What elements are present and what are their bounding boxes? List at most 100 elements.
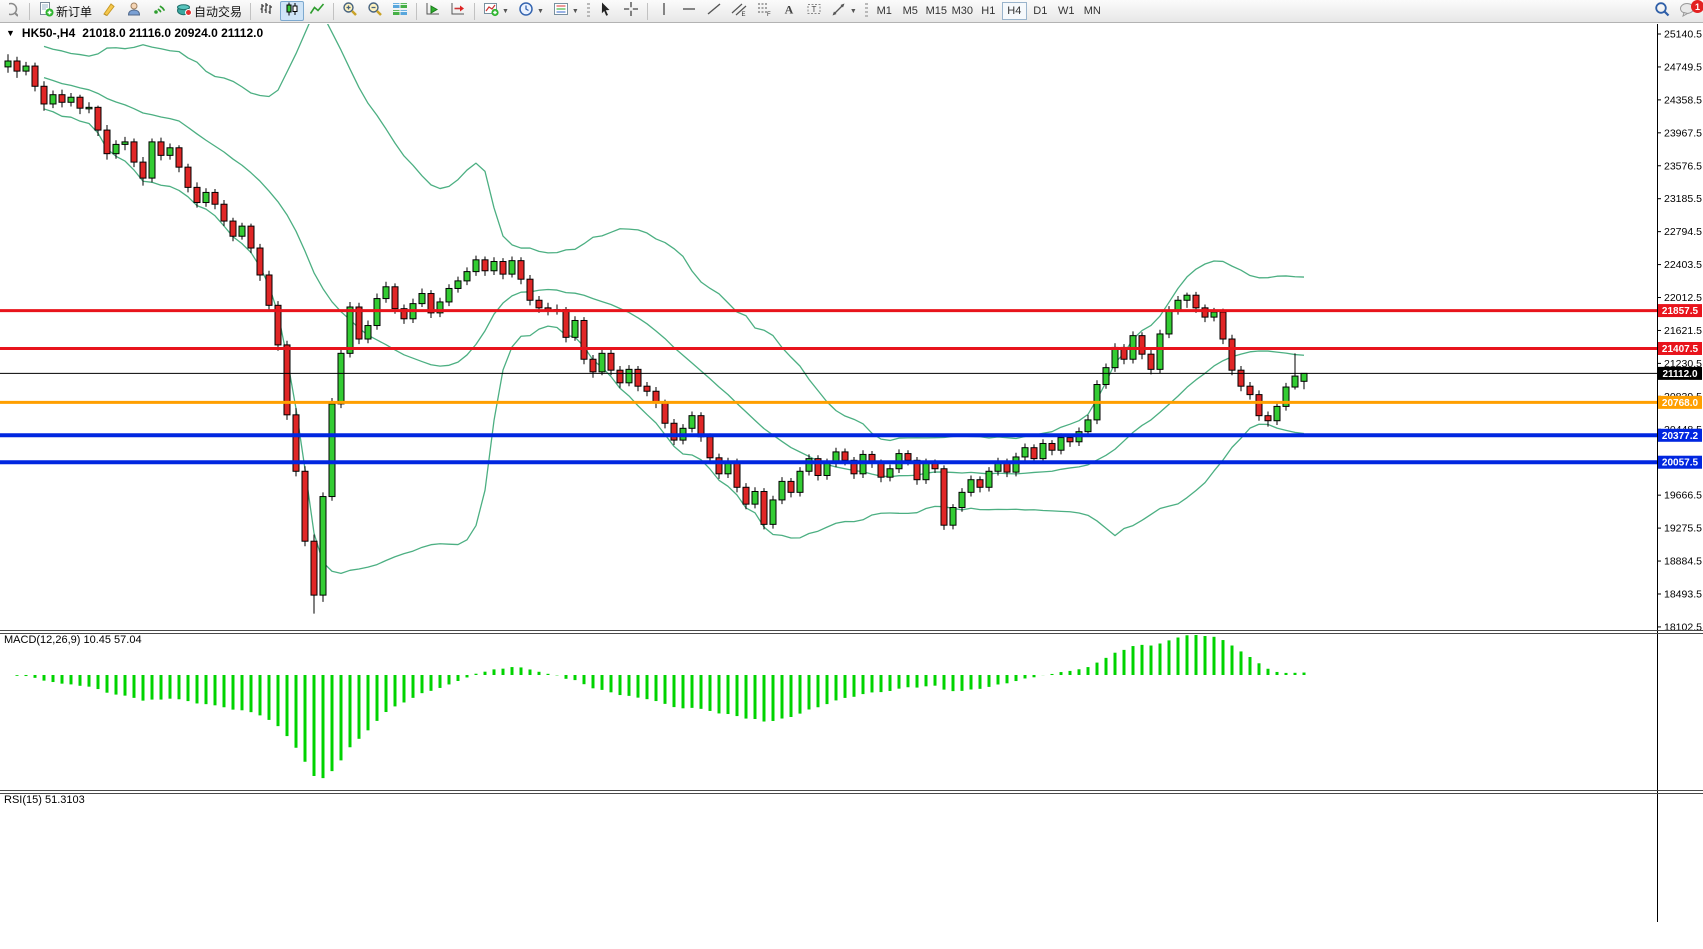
bar-chart-button[interactable] bbox=[255, 1, 279, 21]
linechart-icon bbox=[309, 1, 325, 22]
toolbar: 新订单 自动交易 ▼ ▼ ▼ E F A T ▼ M1 M5 M15 M30 H1 H4 D1 W1 MN 1 bbox=[0, 0, 1703, 23]
macd-indicator-label: MACD(12,26,9) 10.45 57.04 bbox=[4, 634, 142, 646]
candles-icon bbox=[284, 1, 300, 22]
crosshair-button[interactable] bbox=[619, 1, 643, 21]
tiles-icon bbox=[392, 1, 408, 22]
mt4-window: 25140.5 24749.5 24358.5 23967.5 23576.5 23185… bbox=[0, 0, 1703, 949]
toolbar-separator bbox=[333, 2, 335, 20]
channel-button[interactable]: E bbox=[727, 1, 751, 21]
fibo-icon: F bbox=[756, 1, 772, 22]
tile-windows-button[interactable] bbox=[388, 1, 412, 21]
chart-ohlc: 21018.0 21116.0 20924.0 21112.0 bbox=[82, 26, 264, 40]
templates-button[interactable]: ▼ bbox=[549, 1, 583, 21]
timeframe-mn[interactable]: MN bbox=[1080, 2, 1105, 20]
indicators-button[interactable]: ▼ bbox=[479, 1, 513, 21]
toolbar-separator bbox=[646, 2, 648, 20]
svg-text:22012.5: 22012.5 bbox=[1664, 292, 1702, 304]
svg-text:18102.5: 18102.5 bbox=[1664, 621, 1702, 633]
crosshair-icon bbox=[623, 1, 639, 22]
profile-button[interactable] bbox=[122, 1, 146, 21]
autotrading-button[interactable]: 自动交易 bbox=[172, 1, 246, 21]
timeframe-m1[interactable]: M1 bbox=[872, 2, 897, 20]
timeframe-w1[interactable]: W1 bbox=[1054, 2, 1079, 20]
svg-text:T: T bbox=[811, 5, 816, 14]
svg-text:22403.5: 22403.5 bbox=[1664, 259, 1702, 271]
svg-text:24358.5: 24358.5 bbox=[1664, 94, 1702, 106]
template-icon bbox=[553, 1, 569, 22]
chart-canvas[interactable]: 25140.5 24749.5 24358.5 23967.5 23576.5 23185… bbox=[0, 0, 1703, 949]
neworder-icon bbox=[38, 1, 54, 22]
toolbar-separator bbox=[250, 2, 252, 20]
chevron-down-icon: ▼ bbox=[502, 7, 509, 15]
autotrade-icon bbox=[176, 1, 193, 22]
bars-icon bbox=[259, 1, 275, 22]
svg-text:20057.5: 20057.5 bbox=[1662, 458, 1699, 469]
new-order-button[interactable]: 新订单 bbox=[34, 1, 96, 21]
symbol-marker-icon[interactable]: ▼ bbox=[6, 28, 15, 38]
svg-text:25140.5: 25140.5 bbox=[1664, 29, 1702, 41]
timeframe-m30[interactable]: M30 bbox=[950, 2, 975, 20]
svg-text:18493.5: 18493.5 bbox=[1664, 588, 1702, 600]
timeframe-d1[interactable]: D1 bbox=[1028, 2, 1053, 20]
svg-text:21857.5: 21857.5 bbox=[1662, 306, 1699, 317]
toolbar-separator bbox=[416, 2, 418, 20]
toolbar-separator bbox=[474, 2, 476, 20]
search-icon bbox=[1654, 1, 1670, 22]
trendline-button[interactable] bbox=[702, 1, 726, 21]
svg-text:F: F bbox=[767, 12, 771, 17]
timeframe-h1[interactable]: H1 bbox=[976, 2, 1001, 20]
toolbar-separator bbox=[29, 2, 30, 20]
labelT-icon: T bbox=[806, 1, 822, 22]
svg-text:23185.5: 23185.5 bbox=[1664, 193, 1702, 205]
search-button[interactable] bbox=[1650, 1, 1674, 21]
svg-text:E: E bbox=[741, 12, 745, 17]
clock-icon bbox=[518, 1, 534, 22]
svg-text:19275.5: 19275.5 bbox=[1664, 523, 1702, 535]
chevron-down-icon: ▼ bbox=[849, 7, 857, 15]
svg-text:24749.5: 24749.5 bbox=[1664, 61, 1702, 73]
line-chart-button[interactable] bbox=[305, 1, 329, 21]
shapes-icon bbox=[831, 1, 847, 22]
vertical-line-button[interactable] bbox=[652, 1, 676, 21]
crayon-style-button[interactable] bbox=[97, 1, 121, 21]
svg-text:20768.0: 20768.0 bbox=[1662, 398, 1699, 409]
cursor-icon bbox=[598, 1, 614, 22]
chart-fragment-icon-button[interactable] bbox=[2, 1, 25, 21]
zoomin-icon bbox=[342, 1, 358, 22]
textA-icon: A bbox=[781, 1, 797, 22]
svg-text:22794.5: 22794.5 bbox=[1664, 226, 1702, 238]
chart-title: ▼ HK50-,H4 21018.0 21116.0 20924.0 21112… bbox=[6, 26, 263, 40]
signal-button[interactable] bbox=[147, 1, 171, 21]
svg-text:23576.5: 23576.5 bbox=[1664, 160, 1702, 172]
svg-text:20377.2: 20377.2 bbox=[1662, 431, 1699, 442]
svg-text:A: A bbox=[785, 2, 794, 16]
chartfrag-icon bbox=[4, 1, 19, 22]
chat-button[interactable]: 1 bbox=[1675, 0, 1703, 21]
rsi-indicator-label: RSI(15) 51.3103 bbox=[4, 794, 85, 806]
zoom-out-button[interactable] bbox=[363, 1, 387, 21]
cursor-button[interactable] bbox=[594, 1, 618, 21]
horizontal-line-button[interactable] bbox=[677, 1, 701, 21]
chart-area[interactable]: 25140.5 24749.5 24358.5 23967.5 23576.5 23185… bbox=[0, 0, 1703, 949]
svg-text:21621.5: 21621.5 bbox=[1664, 325, 1702, 337]
periods-button[interactable]: ▼ bbox=[514, 1, 548, 21]
notification-badge: 1 bbox=[1691, 0, 1703, 13]
text-button[interactable]: A bbox=[777, 1, 801, 21]
text-label-button[interactable]: T bbox=[802, 1, 826, 21]
arrows-button[interactable]: ▼ bbox=[827, 1, 861, 21]
candle-chart-button[interactable] bbox=[280, 1, 305, 22]
hline-icon bbox=[681, 1, 697, 22]
timeframe-h4[interactable]: H4 bbox=[1001, 2, 1027, 20]
fibonacci-button[interactable]: F bbox=[752, 1, 776, 21]
chevron-down-icon: ▼ bbox=[571, 7, 579, 15]
svg-text:19666.5: 19666.5 bbox=[1664, 490, 1702, 502]
chevron-down-icon: ▼ bbox=[536, 7, 544, 15]
timeframe-m15[interactable]: M15 bbox=[924, 2, 949, 20]
channel-icon: E bbox=[731, 1, 747, 22]
autoscroll-icon bbox=[425, 1, 441, 22]
chart-shift-button[interactable] bbox=[446, 1, 470, 21]
zoom-in-button[interactable] bbox=[338, 1, 362, 21]
auto-scroll-button[interactable] bbox=[421, 1, 445, 21]
timeframe-m5[interactable]: M5 bbox=[898, 2, 923, 20]
signal-icon bbox=[151, 1, 167, 22]
